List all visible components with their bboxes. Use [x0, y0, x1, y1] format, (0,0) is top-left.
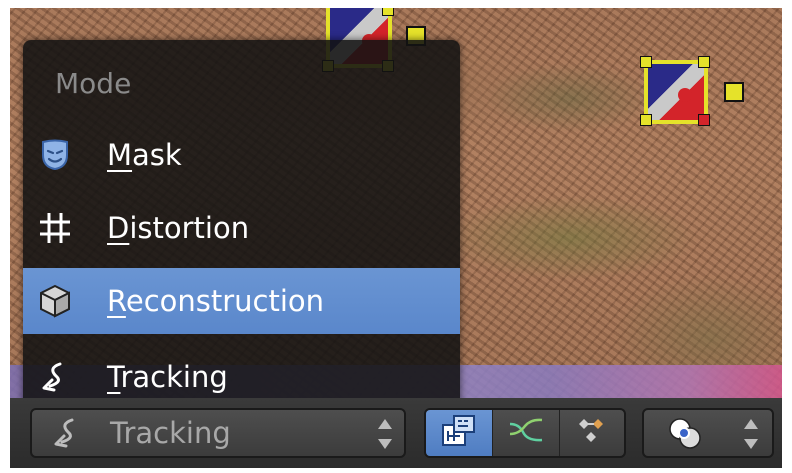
menu-item-distortion[interactable]: Distortion	[23, 195, 460, 261]
menu-item-label: Reconstruction	[107, 284, 325, 318]
menu-item-mask[interactable]: Mask	[23, 122, 460, 188]
marker-corner[interactable]	[640, 114, 652, 126]
cube-icon	[37, 283, 73, 319]
track-marker[interactable]	[636, 52, 746, 142]
menu-item-label: Distortion	[107, 211, 250, 245]
marker-handle[interactable]	[724, 82, 744, 102]
graph-view-icon	[507, 414, 545, 452]
dopesheet-view-icon	[574, 414, 612, 452]
graph-view-button[interactable]	[493, 410, 560, 456]
pivot-point-icon	[666, 416, 706, 456]
marker-center	[678, 88, 692, 102]
menu-item-reconstruction[interactable]: Reconstruction	[23, 268, 460, 334]
clip-view-button[interactable]	[426, 410, 493, 456]
mask-icon	[37, 137, 73, 173]
pivot-select[interactable]	[642, 408, 774, 458]
marker-corner[interactable]	[640, 56, 652, 68]
tracking-icon	[37, 359, 73, 395]
up-down-arrows-icon	[378, 417, 392, 451]
menu-title: Mode	[55, 67, 132, 100]
view-buttons	[424, 408, 626, 458]
clip-editor-header: Tracking	[10, 398, 782, 468]
menu-item-label: Mask	[107, 138, 182, 172]
grid-icon	[37, 210, 73, 246]
up-down-arrows-icon	[744, 417, 758, 451]
mode-menu: Mode Mask Distortion Reconstruction Trac…	[23, 40, 460, 410]
marker-corner[interactable]	[382, 8, 394, 16]
menu-item-label: Tracking	[107, 360, 228, 394]
marker-corner[interactable]	[698, 114, 710, 126]
dopesheet-view-button[interactable]	[560, 410, 624, 456]
marker-corner[interactable]	[698, 56, 710, 68]
tracking-icon	[50, 416, 86, 452]
mode-select-value: Tracking	[110, 416, 231, 450]
mode-select[interactable]: Tracking	[30, 408, 406, 458]
clip-view-icon	[440, 413, 478, 453]
